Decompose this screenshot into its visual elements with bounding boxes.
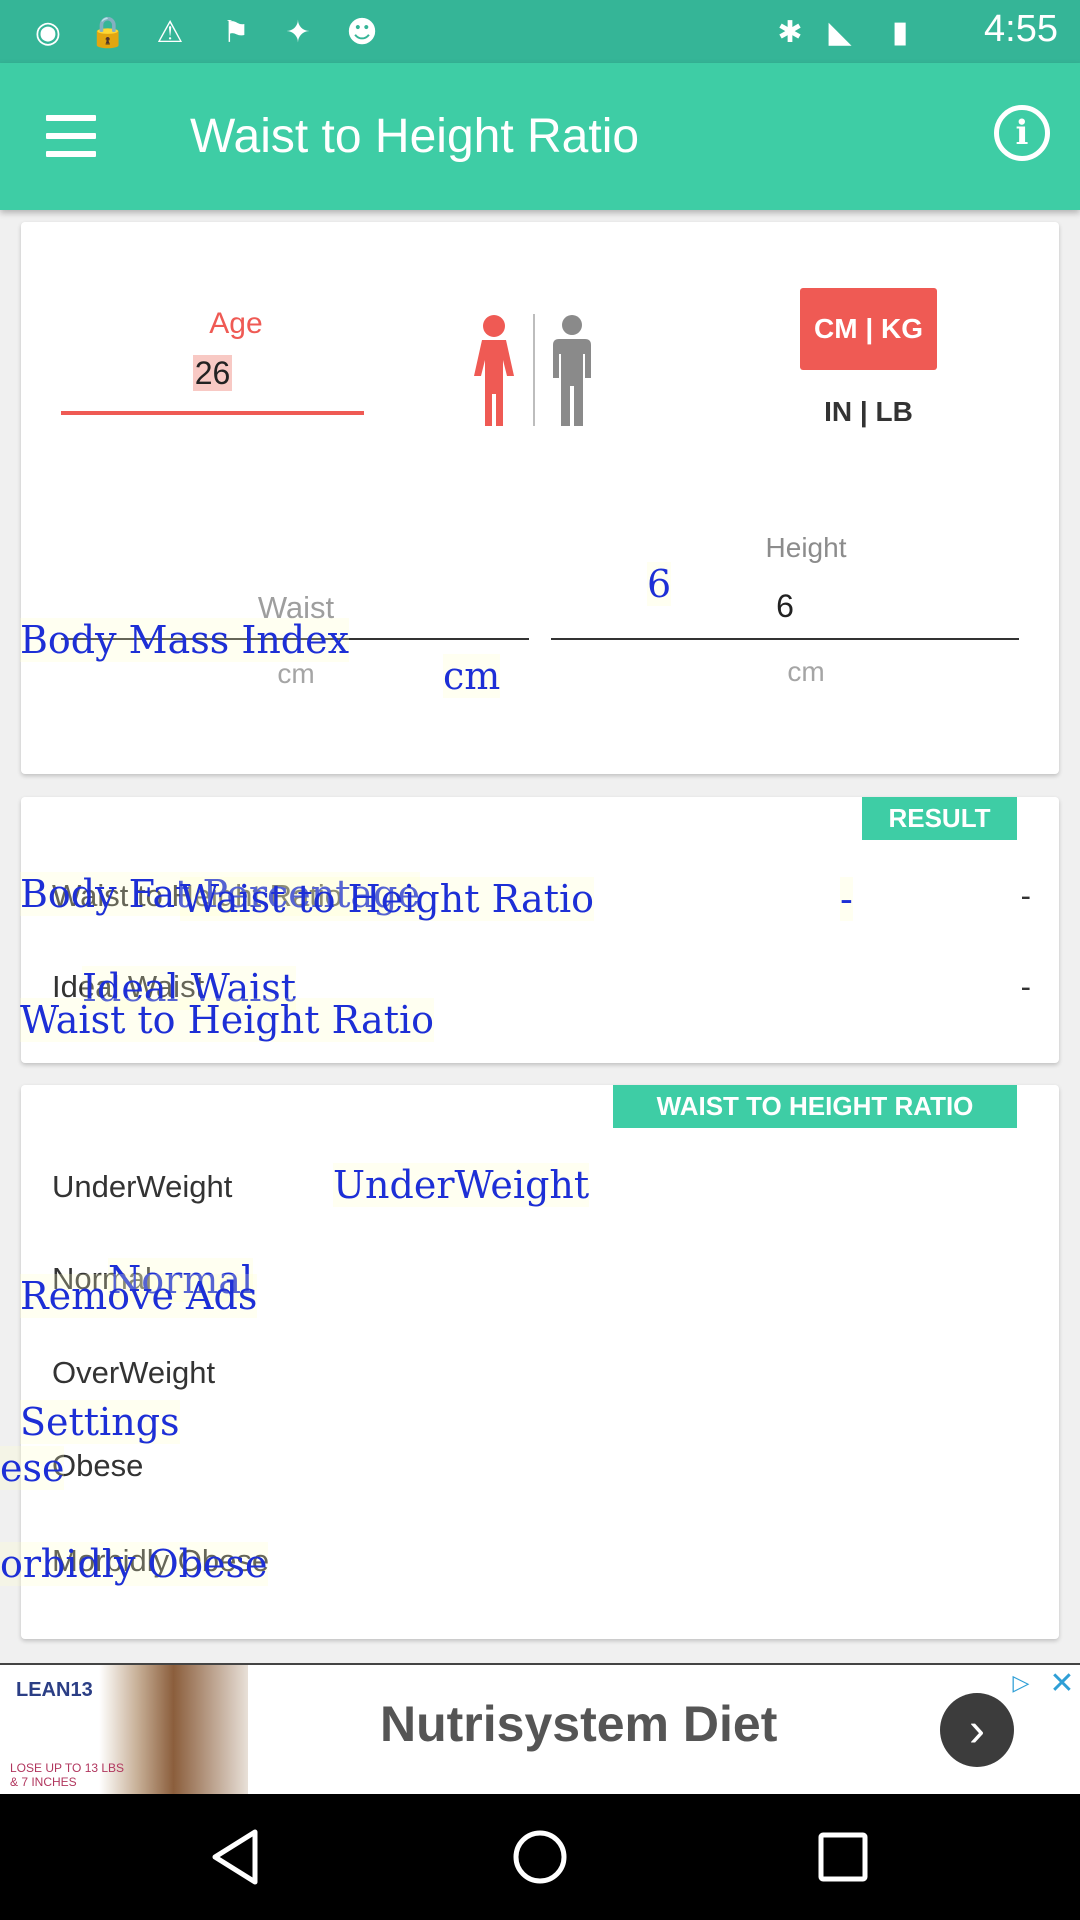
height-input[interactable]: 6 <box>551 588 1019 625</box>
ad-promo-text: LOSE UP TO 13 LBS & 7 INCHES <box>10 1761 125 1789</box>
overlay-remove-ads[interactable]: Remove Ads <box>20 1274 258 1318</box>
hamburger-menu-icon[interactable] <box>46 115 98 159</box>
overlay-cm: cm <box>443 654 501 698</box>
waist-unit: cm <box>277 658 315 689</box>
info-icon[interactable]: i <box>994 105 1050 161</box>
female-gender-icon[interactable] <box>469 314 519 426</box>
bluetooth-icon: ✱ <box>777 14 803 50</box>
ad-image-text: LEAN13 <box>16 1679 93 1701</box>
ad-banner[interactable]: LEAN13 LOSE UP TO 13 LBS & 7 INCHES Nutr… <box>0 1663 1080 1794</box>
overlay-obese: ese <box>0 1446 65 1490</box>
status-time: 4:55 <box>984 8 1058 50</box>
age-label: Age <box>209 307 263 340</box>
male-gender-icon[interactable] <box>547 314 597 426</box>
age-input[interactable]: 26 <box>61 355 364 415</box>
input-card: Age 26 CM | KG IN | LB Waist cm Height 6… <box>21 222 1059 774</box>
overlay-morbidly-obese: orbidly Obese <box>0 1542 268 1586</box>
category-obese: Obese <box>52 1448 144 1483</box>
wthr-category-badge: WAIST TO HEIGHT RATIO <box>613 1085 1017 1128</box>
signal-icon: ◣ <box>828 14 852 50</box>
gender-divider <box>533 314 535 426</box>
overlay-dash: - <box>840 877 853 921</box>
app-toolbar: Waist to Height Ratio i <box>0 63 1080 210</box>
overlay-height-six: 6 <box>647 562 672 606</box>
overlay-wthr-row: Waist to Height Ratio <box>180 877 595 921</box>
lock-icon: 🔒 <box>89 14 127 50</box>
height-unit: cm <box>787 656 825 687</box>
wthr-result-value: - <box>1020 878 1031 913</box>
height-label: Height <box>765 532 847 563</box>
category-underweight: UnderWeight <box>52 1169 233 1204</box>
result-badge: RESULT <box>862 797 1017 840</box>
ad-arrow-icon[interactable]: › <box>940 1693 1014 1767</box>
system-nav-bar <box>0 1794 1080 1920</box>
overlay-waist-to-height-ratio[interactable]: Waist to Height Ratio <box>20 998 435 1042</box>
unit-imperial-button[interactable]: IN | LB <box>800 392 937 432</box>
ad-title[interactable]: Nutrisystem Diet <box>380 1695 777 1753</box>
ad-close-icon[interactable]: ✕ <box>1044 1665 1080 1701</box>
unit-metric-button[interactable]: CM | KG <box>800 288 937 370</box>
home-icon[interactable] <box>505 1822 575 1892</box>
ideal-waist-value: - <box>1020 969 1031 1004</box>
category-overweight: OverWeight <box>52 1355 216 1390</box>
status-bar: ◉ 🔒 ⚠ ⚑ ✦ ☻ ✱ ◣ ▮ 4:55 <box>0 0 1080 63</box>
battery-icon: ▮ <box>891 14 909 50</box>
page-title: Waist to Height Ratio <box>190 110 640 163</box>
recents-icon[interactable] <box>808 1822 878 1892</box>
ad-image[interactable]: LEAN13 LOSE UP TO 13 LBS & 7 INCHES <box>0 1665 248 1794</box>
warning-icon: ⚠ <box>156 14 184 50</box>
ad-choices-icon[interactable]: ▷ <box>1000 1665 1042 1701</box>
overlay-underweight: UnderWeight <box>333 1163 590 1207</box>
age-value: 26 <box>192 355 233 391</box>
back-icon[interactable] <box>203 1822 273 1892</box>
satellite-icon: ✦ <box>285 14 311 50</box>
fake-gps-icon: ⚑ <box>222 14 250 50</box>
overlay-body-mass-index[interactable]: Body Mass Index <box>20 618 350 662</box>
height-underline <box>551 638 1019 640</box>
notification-icon: ◉ <box>34 14 62 50</box>
android-icon: ☻ <box>346 14 378 50</box>
overlay-settings[interactable]: Settings <box>20 1400 180 1444</box>
